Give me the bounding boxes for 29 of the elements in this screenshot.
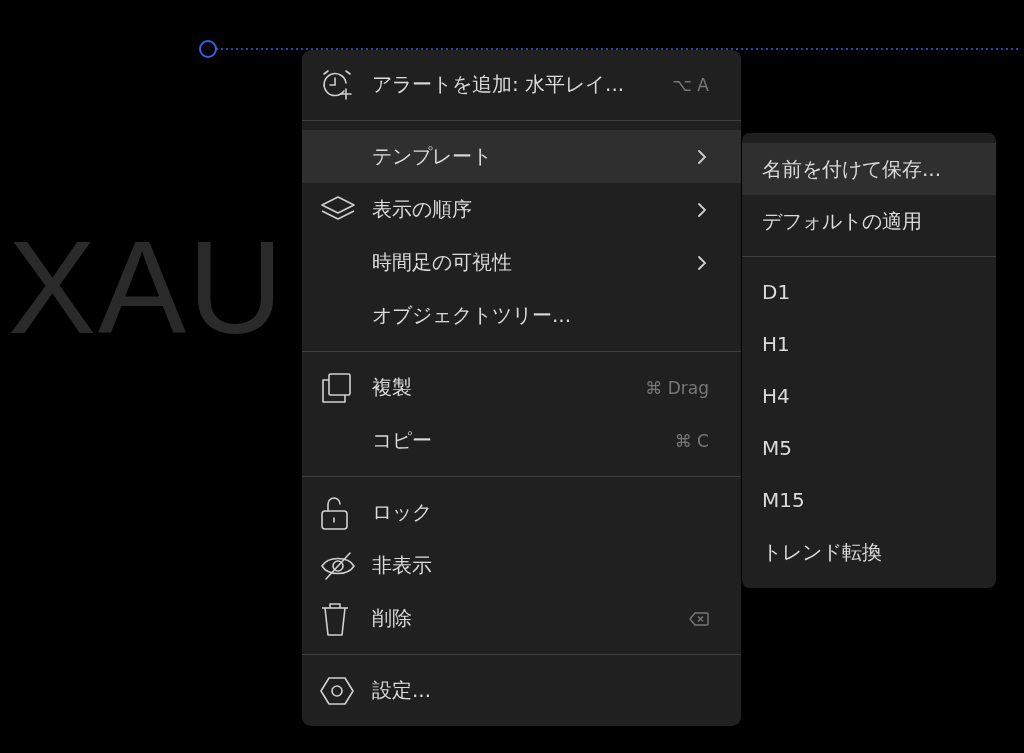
menu-item[interactable]: テンプレート	[302, 130, 741, 183]
submenu-item[interactable]: M5	[742, 422, 996, 474]
menu-item[interactable]: 設定...	[302, 664, 741, 717]
menu-item[interactable]: 複製 ⌘ Drag	[302, 361, 741, 414]
menu-item[interactable]: 非表示	[302, 539, 741, 592]
menu-item[interactable]: 表示の順序	[302, 183, 741, 236]
menu-item[interactable]: コピー ⌘ C	[302, 414, 741, 467]
submenu-item[interactable]: M15	[742, 474, 996, 526]
submenu-item[interactable]: トレンド転換	[742, 526, 996, 578]
submenu-item[interactable]: D1	[742, 266, 996, 318]
shortcut-hint: ⌥ A	[672, 74, 709, 95]
submenu-item[interactable]: デフォルトの適用	[742, 195, 996, 247]
horizontal-line-drawing[interactable]	[198, 39, 1018, 59]
trash-icon	[320, 601, 350, 636]
menu-item[interactable]: 時間足の可視性	[302, 236, 741, 289]
shortcut-hint: ⌘ Drag	[645, 377, 709, 398]
menu-item[interactable]: 削除	[302, 592, 741, 645]
eye-crossed-icon	[320, 550, 356, 581]
submenu-item[interactable]: 名前を付けて保存...	[742, 143, 996, 195]
submenu-item[interactable]: H4	[742, 370, 996, 422]
menu-item[interactable]: オブジェクトツリー...	[302, 289, 741, 342]
submenu-item[interactable]: H1	[742, 318, 996, 370]
copy-icon	[320, 371, 352, 404]
shortcut-hint: ⌘ C	[674, 430, 709, 451]
menu-item[interactable]: アラートを追加: 水平レイ... ⌥ A	[302, 58, 741, 111]
settings-icon	[320, 675, 354, 706]
menu-item[interactable]: ロック	[302, 486, 741, 539]
unlocked-padlock-icon	[320, 495, 348, 530]
alarm-clock-plus-icon	[320, 67, 354, 102]
